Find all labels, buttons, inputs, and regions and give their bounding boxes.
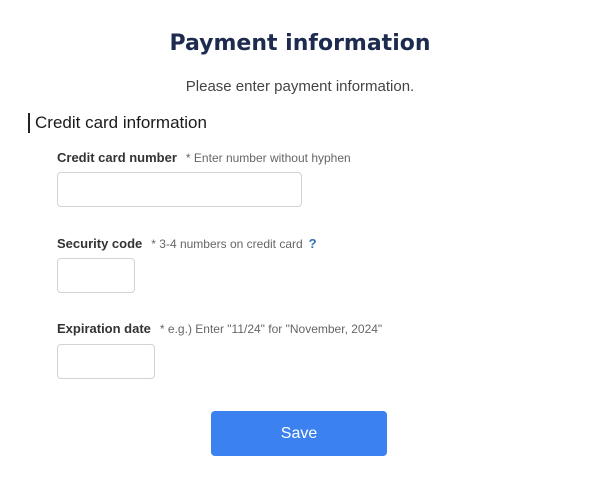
section-heading-credit-card: Credit card information	[28, 113, 207, 133]
security-code-input[interactable]	[57, 258, 135, 293]
security-code-label: Security code	[57, 236, 143, 251]
save-button[interactable]: Save	[211, 411, 387, 456]
help-icon[interactable]: ?	[309, 236, 317, 251]
security-code-hint: * 3-4 numbers on credit card	[151, 237, 303, 251]
expiration-date-label-row: Expiration date * e.g.) Enter "11/24" fo…	[57, 321, 382, 336]
page-subtitle: Please enter payment information.	[185, 78, 415, 95]
expiration-date-hint: * e.g.) Enter "11/24" for "November, 202…	[159, 322, 383, 336]
card-number-label-row: Credit card number * Enter number withou…	[57, 150, 351, 165]
security-code-label-row: Security code * 3-4 numbers on credit ca…	[57, 236, 317, 251]
expiration-date-input[interactable]	[57, 344, 155, 379]
card-number-label: Credit card number	[57, 150, 177, 165]
expiration-date-label: Expiration date	[57, 321, 151, 336]
card-number-input[interactable]	[57, 172, 302, 207]
page-title: Payment information	[169, 31, 431, 56]
card-number-hint: * Enter number without hyphen	[185, 151, 351, 165]
